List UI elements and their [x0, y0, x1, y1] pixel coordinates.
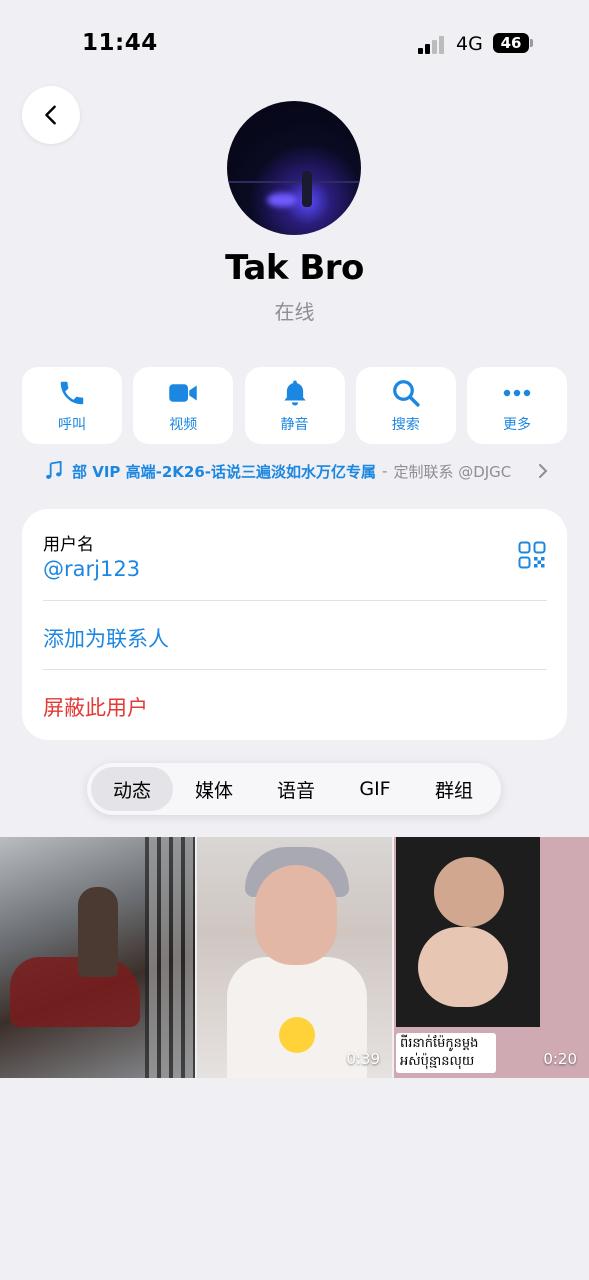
- profile-music-bar[interactable]: 部 VIP 高端-2K26-话说三遍淡如水万亿专属 - 定制联系 @DJGC: [44, 458, 549, 484]
- mute-button[interactable]: 静音: [244, 367, 345, 444]
- media-thumbnail[interactable]: [0, 837, 195, 1078]
- video-call-button[interactable]: 视频: [133, 367, 234, 444]
- qr-code-icon[interactable]: [518, 541, 546, 569]
- music-title: 部 VIP 高端-2K26-话说三遍淡如水万亿专属: [72, 462, 377, 481]
- media-caption: ពីរនាក់ម៉ែកូនម្តង អស់ប៉ុន្មានលុយ: [396, 1033, 496, 1073]
- profile-name: Tak Bro: [225, 248, 364, 288]
- media-grid: 0:39 ពីរនាក់ម៉ែកូនម្តង អស់ប៉ុន្មានលុយ 0:…: [0, 837, 589, 1078]
- action-row: 呼叫 视频 静音 搜索 更多: [22, 367, 567, 444]
- username-label: 用户名: [43, 535, 94, 555]
- battery-icon: 46: [493, 33, 533, 53]
- search-button[interactable]: 搜索: [355, 367, 456, 444]
- music-separator: -: [382, 462, 388, 480]
- tab-media[interactable]: 媒体: [173, 767, 255, 811]
- video-camera-icon: [169, 383, 197, 402]
- chevron-left-icon: [45, 105, 56, 125]
- status-bar: 11:44 4G 46: [0, 0, 589, 88]
- call-label: 呼叫: [58, 416, 86, 433]
- tab-posts[interactable]: 动态: [91, 767, 173, 811]
- profile-status: 在线: [274, 300, 315, 324]
- phone-icon: [60, 381, 84, 404]
- music-subtitle: 定制联系 @DJGC: [393, 462, 512, 481]
- more-label: 更多: [503, 416, 531, 433]
- video-label: 视频: [169, 416, 198, 433]
- avatar[interactable]: [227, 101, 361, 235]
- media-thumbnail[interactable]: ពីរនាក់ម៉ែកូនម្តង អស់ប៉ុន្មានលុយ 0:20: [394, 837, 589, 1078]
- call-button[interactable]: 呼叫: [22, 367, 122, 444]
- username-value[interactable]: @rarj123: [43, 557, 140, 581]
- divider: [43, 600, 547, 601]
- more-dots-icon: [503, 389, 531, 396]
- video-duration: 0:39: [346, 1050, 380, 1068]
- network-type: 4G: [456, 33, 483, 55]
- emoji-sticker-icon: [279, 1017, 315, 1053]
- media-thumbnail[interactable]: 0:39: [197, 837, 392, 1078]
- chevron-right-icon: [539, 464, 548, 478]
- info-card: 用户名 @rarj123 添加为联系人 屏蔽此用户: [22, 509, 567, 740]
- media-tabs: 动态 媒体 语音 GIF 群组: [87, 763, 501, 815]
- search-icon: [392, 379, 420, 407]
- signal-strength-icon: [418, 36, 448, 54]
- video-duration: 0:20: [543, 1050, 577, 1068]
- search-label: 搜索: [391, 416, 420, 433]
- tab-voice[interactable]: 语音: [255, 767, 337, 811]
- music-note-icon: [46, 461, 62, 479]
- back-button[interactable]: [22, 86, 80, 144]
- bell-icon: [283, 380, 306, 405]
- more-button[interactable]: 更多: [467, 367, 567, 444]
- tab-gif[interactable]: GIF: [337, 767, 413, 811]
- mute-label: 静音: [280, 416, 309, 433]
- divider: [43, 669, 547, 670]
- add-contact-button[interactable]: 添加为联系人: [43, 623, 169, 653]
- block-user-button[interactable]: 屏蔽此用户: [43, 692, 148, 722]
- status-time: 11:44: [82, 30, 158, 56]
- tab-groups[interactable]: 群组: [413, 767, 495, 811]
